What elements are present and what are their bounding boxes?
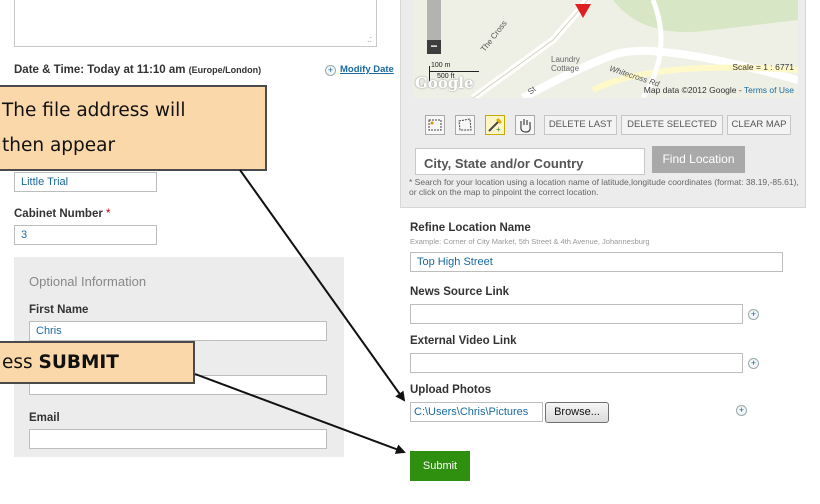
map-widget: − The Cross Laundry Cottage Whitecross R…	[400, 0, 806, 208]
modify-date-plus-icon[interactable]: +	[325, 65, 336, 76]
polygon-tool-icon	[458, 118, 472, 131]
external-video-input[interactable]	[410, 353, 743, 373]
zoom-slider-track[interactable]	[427, 0, 441, 40]
clear-map-button[interactable]: CLEAR MAP	[727, 115, 791, 135]
callout-file-address: The file address will then appear	[0, 85, 267, 171]
upload-photos-label: Upload Photos	[410, 384, 492, 396]
news-source-input[interactable]	[410, 304, 743, 324]
location-search-input[interactable]: City, State and/or Country	[415, 148, 645, 175]
first-name-input[interactable]: Chris	[29, 321, 327, 341]
news-source-plus-icon[interactable]: +	[748, 309, 759, 320]
hand-icon	[520, 119, 531, 133]
left-form-column: .: Date & Time: Today at 11:10 am (Europ…	[0, 0, 400, 504]
zoom-out-icon[interactable]: −	[427, 40, 441, 54]
pencil-tool-icon: +	[488, 118, 502, 134]
upload-photos-plus-icon[interactable]: +	[736, 405, 747, 416]
browse-button[interactable]: Browse...	[545, 402, 609, 423]
callout-press-submit: ess SUBMIT	[0, 341, 195, 384]
draw-marker-tool[interactable]	[425, 115, 445, 135]
datetime-timezone: (Europe/London)	[188, 65, 262, 75]
title-input[interactable]: Little Trial	[14, 172, 157, 192]
find-location-button[interactable]: Find Location	[652, 146, 745, 173]
draw-polygon-tool[interactable]	[455, 115, 475, 135]
submit-button[interactable]: Submit	[410, 451, 470, 481]
external-video-plus-icon[interactable]: +	[748, 358, 759, 369]
external-video-label: External Video Link	[410, 335, 517, 347]
refine-location-input[interactable]: Top High Street	[410, 252, 783, 272]
street-label-laundry: Laundry Cottage	[551, 55, 580, 73]
first-name-label: First Name	[29, 304, 89, 316]
resize-grip-icon[interactable]: .:	[367, 34, 372, 44]
email-label: Email	[29, 412, 60, 424]
delete-selected-button[interactable]: DELETE SELECTED	[621, 115, 723, 135]
scale-metric: 100 m	[431, 62, 451, 69]
refine-location-label: Refine Location Name	[410, 222, 531, 234]
map-scale-ratio: Scale = 1 : 6771	[732, 62, 794, 72]
svg-text:+: +	[496, 125, 501, 134]
callout-file-address-line1: The file address will	[2, 100, 186, 121]
datetime-row: Date & Time: Today at 11:10 am (Europe/L…	[14, 64, 394, 80]
callout-submit-word: SUBMIT	[38, 352, 119, 373]
email-input[interactable]	[29, 429, 327, 449]
photo-file-path-input[interactable]: C:\Users\Chris\Pictures	[410, 402, 543, 422]
google-logo: Google	[415, 74, 474, 92]
map-canvas[interactable]: − The Cross Laundry Cottage Whitecross R…	[413, 0, 798, 98]
pan-hand-tool[interactable]	[515, 115, 535, 135]
map-attribution: Map data ©2012 Google - Terms of Use	[643, 85, 794, 95]
modify-date-link[interactable]: Modify Date	[340, 64, 394, 75]
description-textarea[interactable]: .:	[14, 0, 377, 47]
location-help-text: * Search for your location using a locat…	[409, 177, 799, 197]
map-marker-icon[interactable]	[575, 4, 591, 18]
optional-info-heading: Optional Information	[29, 274, 147, 289]
news-source-label: News Source Link	[410, 286, 510, 298]
delete-last-button[interactable]: DELETE LAST	[544, 115, 617, 135]
marker-tool-icon	[428, 119, 442, 131]
required-asterisk: *	[106, 208, 111, 220]
callout-file-address-line2: then appear	[2, 135, 116, 156]
datetime-label: Date & Time: Today at 11:10 am	[14, 64, 186, 76]
terms-of-use-link[interactable]: Terms of Use	[744, 85, 794, 95]
draw-line-tool[interactable]: +	[485, 115, 505, 135]
cabinet-number-label: Cabinet Number *	[14, 208, 111, 220]
cabinet-number-input[interactable]: 3	[14, 225, 157, 245]
refine-location-example: Example: Corner of City Market, 5th Stre…	[410, 237, 650, 246]
